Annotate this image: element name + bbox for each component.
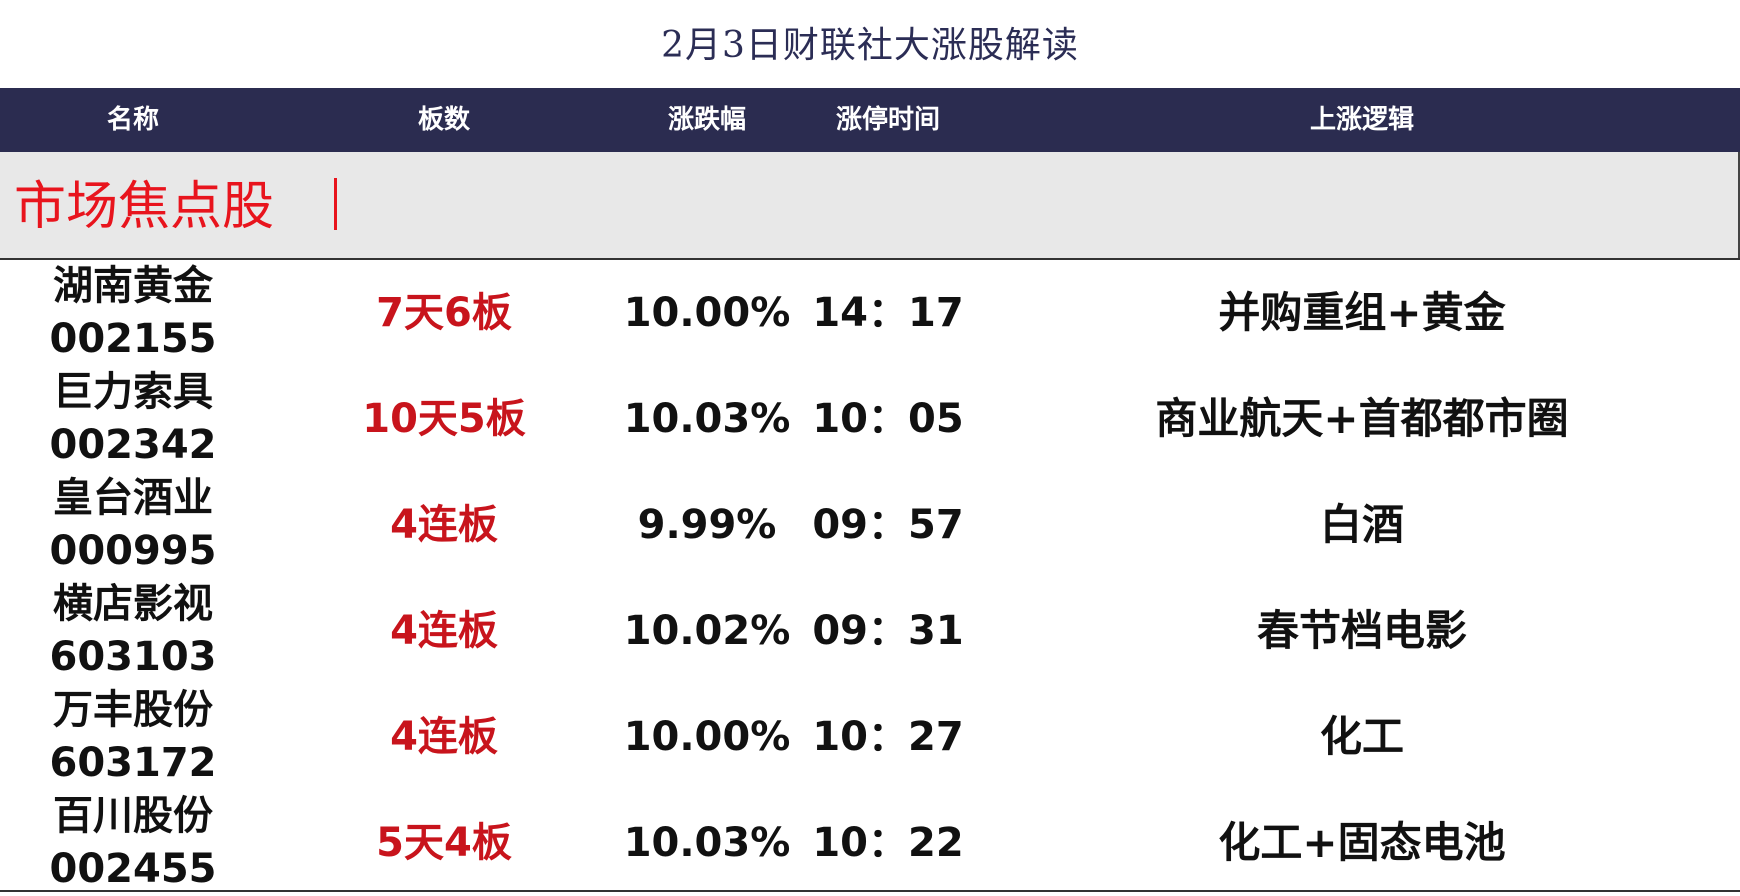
change-percent: 10.03%	[623, 820, 791, 866]
table-row: 巨力索具 002342 10天5板 10.03% 10：05 商业航天+首都都市…	[0, 366, 1740, 472]
board-count: 4连板	[390, 608, 498, 654]
table-row: 皇台酒业 000995 4连板 9.99% 09：57 白酒	[0, 472, 1740, 578]
rise-logic: 白酒	[1319, 500, 1405, 549]
rise-logic: 春节档电影	[1256, 606, 1468, 655]
table-row: 百川股份 002455 5天4板 10.03% 10：22 化工+固态电池	[0, 790, 1740, 896]
stock-name: 湖南黄金	[53, 263, 213, 309]
change-percent: 10.03%	[623, 396, 791, 442]
stock-code: 000995	[49, 528, 217, 574]
table-body: 湖南黄金 002155 7天6板 10.00% 14：17 并购重组+黄金 巨力…	[0, 258, 1740, 892]
stock-code: 002155	[49, 316, 217, 362]
stock-name-cell: 百川股份 002455	[50, 790, 217, 896]
limit-up-time: 10：05	[812, 396, 964, 442]
stock-name-cell: 巨力索具 002342	[50, 366, 217, 472]
stock-code: 603172	[49, 740, 217, 786]
stock-name: 巨力索具	[53, 369, 213, 415]
rise-logic: 化工+固态电池	[1218, 818, 1506, 867]
change-percent: 10.00%	[623, 714, 791, 760]
change-percent: 10.00%	[623, 290, 791, 336]
page-title: 2月3日财联社大涨股解读	[661, 25, 1079, 66]
limit-up-time: 14：17	[812, 290, 964, 336]
change-percent: 10.02%	[623, 608, 791, 654]
stock-name: 百川股份	[53, 793, 213, 839]
rise-logic: 化工	[1319, 712, 1405, 761]
table-header: 名称 板数 涨跌幅 涨停时间 上涨逻辑	[0, 88, 1740, 152]
board-count: 5天4板	[376, 820, 512, 866]
column-header-change: 涨跌幅	[667, 105, 747, 135]
stock-name-cell: 湖南黄金 002155	[50, 260, 217, 366]
board-count: 4连板	[390, 502, 498, 548]
table-row: 湖南黄金 002155 7天6板 10.00% 14：17 并购重组+黄金	[0, 260, 1740, 366]
stock-code: 603103	[49, 634, 217, 680]
board-count: 7天6板	[376, 290, 512, 336]
stock-name-cell: 皇台酒业 000995	[50, 472, 217, 578]
rise-logic: 商业航天+首都都市圈	[1155, 394, 1569, 443]
column-header-logic: 上涨逻辑	[1309, 105, 1415, 135]
column-header-time: 涨停时间	[835, 105, 941, 135]
stock-code: 002342	[49, 422, 217, 468]
section-divider	[334, 178, 337, 230]
rise-logic: 并购重组+黄金	[1218, 288, 1506, 337]
column-header-board: 板数	[417, 105, 471, 135]
column-header-name: 名称	[106, 105, 160, 135]
board-count: 10天5板	[362, 396, 526, 442]
stock-name: 万丰股份	[53, 687, 213, 733]
limit-up-time: 10：27	[812, 714, 964, 760]
stock-name-cell: 横店影视 603103	[50, 578, 217, 684]
stock-code: 002455	[49, 846, 217, 892]
limit-up-time: 10：22	[812, 820, 964, 866]
table-row: 万丰股份 603172 4连板 10.00% 10：27 化工	[0, 684, 1740, 790]
table-row: 横店影视 603103 4连板 10.02% 09：31 春节档电影	[0, 578, 1740, 684]
stock-name-cell: 万丰股份 603172	[50, 684, 217, 790]
stock-name: 横店影视	[53, 581, 213, 627]
section-row: 市场焦点股	[0, 152, 1740, 258]
limit-up-time: 09：57	[812, 502, 964, 548]
limit-up-time: 09：31	[812, 608, 964, 654]
stock-name: 皇台酒业	[53, 475, 213, 521]
change-percent: 9.99%	[637, 502, 777, 548]
section-label: 市场焦点股	[14, 177, 275, 237]
board-count: 4连板	[390, 714, 498, 760]
